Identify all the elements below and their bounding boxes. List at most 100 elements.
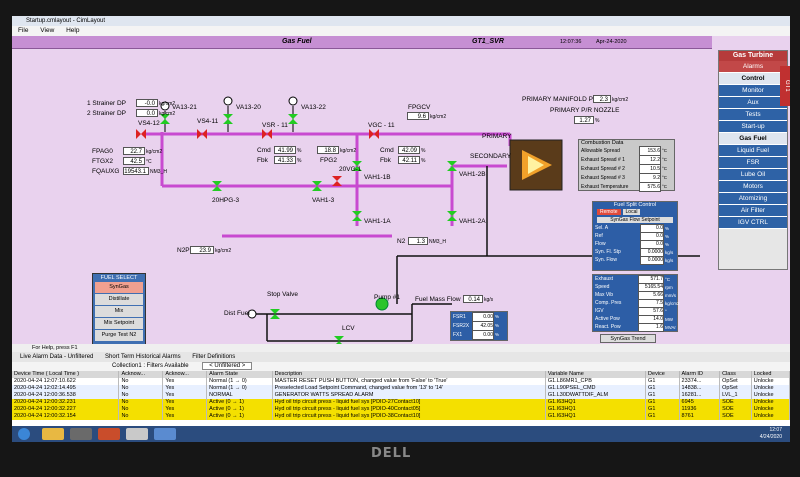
remote-button[interactable]: Remote xyxy=(597,209,621,215)
alarm-cell: G1 xyxy=(645,406,680,413)
alarm-column-header[interactable]: Device xyxy=(645,371,680,378)
alarm-cell: NORMAL xyxy=(206,392,273,399)
perf-row-unit: ° xyxy=(665,308,667,314)
alarm-row[interactable]: 2020-04-24 12:02:14.495 No Yes Normal (1 → … xyxy=(12,385,790,392)
fuel-mix-button[interactable]: Mix xyxy=(95,306,143,317)
alarm-cell: 2020-04-24 12:00:36.538 xyxy=(12,392,120,399)
tab-live-alarms[interactable]: Live Alarm Data - Unfiltered xyxy=(20,354,93,360)
fpg2-value: 18.8 xyxy=(317,146,339,154)
app-icon[interactable] xyxy=(126,428,148,440)
valve-vsr11 xyxy=(262,129,272,139)
alarm-column-header[interactable]: Alarm ID xyxy=(679,371,721,378)
fsr-row-value: 0.00 xyxy=(472,329,494,340)
fuel-syngas-button[interactable]: SynGas xyxy=(95,282,143,293)
app-icon[interactable] xyxy=(154,428,176,440)
fuel-split-row-unit: kg/s xyxy=(665,257,674,263)
window-title: Startup.cmlayout - CimLayout xyxy=(26,18,106,24)
valve-vs4-11 xyxy=(197,129,207,139)
local-button[interactable]: Local xyxy=(622,209,641,215)
collection-label: Collection1 : Filters Available xyxy=(112,363,189,369)
alarm-cell: Unlocke xyxy=(751,392,790,399)
gas-turbine-nav: Gas Turbine Alarms Control Monitor Aux Tests… xyxy=(718,50,788,270)
valve-vgc11 xyxy=(369,129,379,139)
alarm-cell: MASTER RESET PUSH BUTTON, changed value … xyxy=(272,378,546,385)
app-icon[interactable] xyxy=(98,428,120,440)
alarm-cell: G1 xyxy=(645,385,680,392)
nav-item-tests[interactable]: Tests xyxy=(719,109,787,121)
perf-row: IGV 57.6 ° xyxy=(593,306,677,316)
filter-dropdown[interactable]: < Unfiltered > xyxy=(202,362,253,370)
alarm-cell: Unlocke xyxy=(751,399,790,406)
valve-20vg-1 xyxy=(332,176,342,186)
vsr-cmd-value: 41.99 xyxy=(274,146,296,154)
fuel-split-row-label: Sel. A xyxy=(595,225,609,231)
alarm-row[interactable]: 2020-04-24 12:00:32.231 No Yes Active (0 → … xyxy=(12,399,790,406)
perf-row-label: IGV xyxy=(595,308,604,314)
nav-item-gas-fuel[interactable]: Gas Fuel xyxy=(719,133,787,145)
perf-row: Comp. Pres 7.5 kg/cm2 xyxy=(593,298,680,308)
valve-vs4-12 xyxy=(136,129,146,139)
nav-item-monitor[interactable]: Monitor xyxy=(719,85,787,97)
alarm-row[interactable]: 2020-04-24 12:00:32.154 No Yes Active (0 → … xyxy=(12,413,790,420)
perf-row-label: Comp. Pres xyxy=(595,300,622,306)
nav-item-igv-ctrl[interactable]: IGV CTRL xyxy=(719,217,787,229)
alarm-row[interactable]: 2020-04-24 12:07:10.622 No Yes Normal (1 → … xyxy=(12,378,790,385)
alarm-cell: No xyxy=(118,406,164,413)
perf-row-unit: MVAr xyxy=(665,324,676,330)
tab-historical-alarms[interactable]: Short Term Historical Alarms xyxy=(105,354,181,360)
combustion-row-unit: °C xyxy=(662,157,668,162)
alarm-cell: G1.I63HQ1 xyxy=(545,413,647,420)
combustion-row-unit: °C xyxy=(662,148,668,153)
nav-item-atomizing[interactable]: Atomizing xyxy=(719,193,787,205)
alarm-cell: No xyxy=(118,413,164,420)
nav-item-control[interactable]: Control xyxy=(719,73,787,85)
nav-item-lube-oil[interactable]: Lube Oil xyxy=(719,169,787,181)
fuel-mix-setpoint-button[interactable]: Mix Setpoint xyxy=(95,318,143,329)
start-button[interactable] xyxy=(18,428,30,440)
menu-file[interactable]: File xyxy=(18,27,28,34)
alarm-cell: OpSet xyxy=(719,385,752,392)
nav-item-aux[interactable]: Aux xyxy=(719,97,787,109)
explorer-icon[interactable] xyxy=(42,428,64,440)
fsr-row-unit: % xyxy=(495,332,500,337)
fsr-row-unit: % xyxy=(495,323,500,328)
purge-test-button[interactable]: Purge Test N2 xyxy=(95,330,143,341)
alarm-column-header[interactable]: Description xyxy=(272,371,546,378)
alarm-cell: G1.L86MR1_CPB xyxy=(545,378,647,385)
alarm-cell: 2020-04-24 12:00:32.227 xyxy=(12,406,120,413)
nav-item-alarms[interactable]: Alarms xyxy=(719,61,787,73)
alarm-column-header[interactable]: Device Time ( Local Time ) xyxy=(12,371,120,378)
alarm-column-header[interactable]: Alarm State xyxy=(206,371,273,378)
nav-item-motors[interactable]: Motors xyxy=(719,181,787,193)
alarm-cell: Hyd oil trip circuit press - liquid fuel… xyxy=(272,399,546,406)
alarm-column-header[interactable]: Locked xyxy=(751,371,790,378)
perf-row-unit: mm/s xyxy=(665,292,676,298)
alarm-cell: G1.I63HQ1 xyxy=(545,406,647,413)
syngas-setpoint-button[interactable]: SynGas Flow Setpoint xyxy=(597,217,673,223)
alarm-column-header[interactable]: Variable Name xyxy=(545,371,647,378)
combustion-row: Exhaust Temperature 575.6 °C xyxy=(579,181,674,192)
syngas-trend-button[interactable]: SynGas Trend xyxy=(600,334,656,343)
alarm-column-header[interactable]: Class xyxy=(719,371,752,378)
combustion-row-unit: °C xyxy=(662,175,668,180)
fqauxg-value: 19543.1 xyxy=(123,167,149,175)
gt1-tab[interactable]: GT1 xyxy=(780,66,790,106)
alarm-row[interactable]: 2020-04-24 12:00:32.227 No Yes Active (0 → … xyxy=(12,406,790,413)
menu-view[interactable]: View xyxy=(40,27,54,34)
alarm-column-header[interactable]: Acknow... xyxy=(162,371,208,378)
nav-item-air-filter[interactable]: Air Filter xyxy=(719,205,787,217)
menu-help[interactable]: Help xyxy=(66,27,79,34)
tab-filter-definitions[interactable]: Filter Definitions xyxy=(192,354,235,360)
vgc-cmd-value: 42.09 xyxy=(398,146,420,154)
nav-item-start-up[interactable]: Start-up xyxy=(719,121,787,133)
nav-item-fsr[interactable]: FSR xyxy=(719,157,787,169)
alarm-row[interactable]: 2020-04-24 12:00:36.538 No Yes NORMAL GENERA… xyxy=(12,392,790,399)
fuel-split-row-unit: % xyxy=(665,225,670,231)
valve-vah1-2a xyxy=(447,211,457,221)
nav-item-liquid-fuel[interactable]: Liquid Fuel xyxy=(719,145,787,157)
alarm-column-header[interactable]: Acknow... xyxy=(118,371,164,378)
app-icon[interactable] xyxy=(70,428,92,440)
alarm-cell: 8761 xyxy=(679,413,721,420)
alarm-cell: Yes xyxy=(162,399,208,406)
fuel-distillate-button[interactable]: Distillate xyxy=(95,294,143,305)
